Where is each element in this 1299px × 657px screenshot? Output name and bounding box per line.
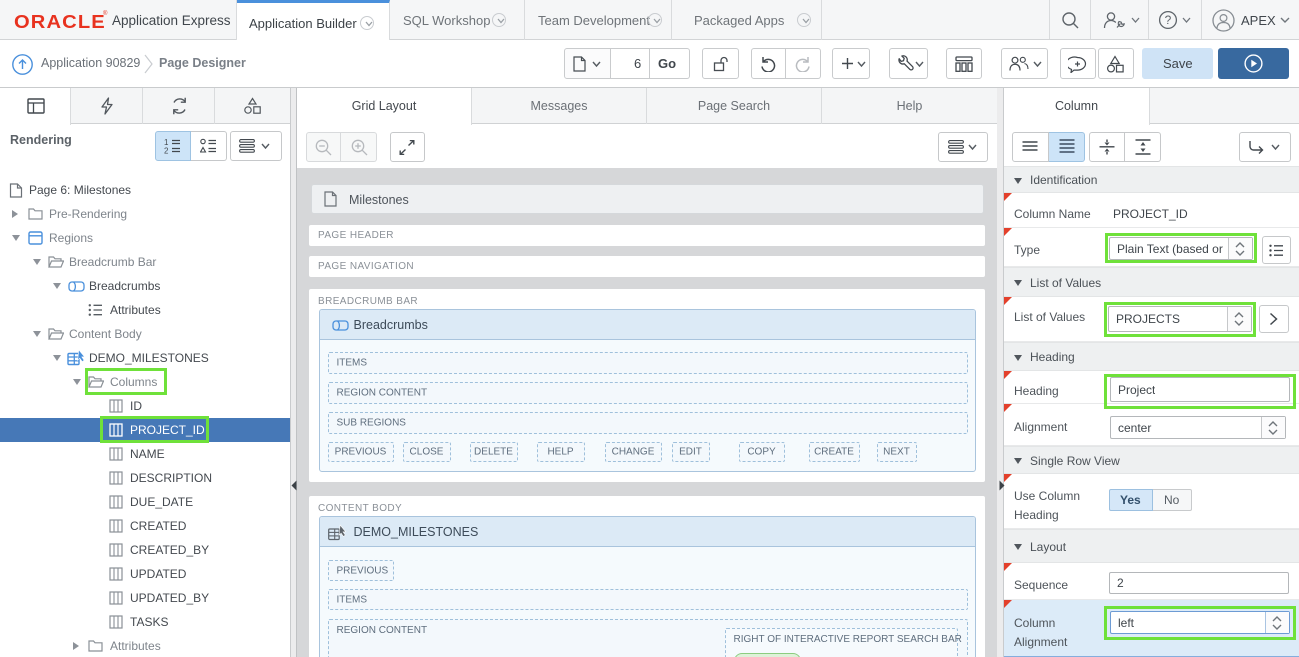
svg-text:2: 2	[164, 147, 169, 155]
svg-text:?: ?	[1165, 13, 1172, 27]
